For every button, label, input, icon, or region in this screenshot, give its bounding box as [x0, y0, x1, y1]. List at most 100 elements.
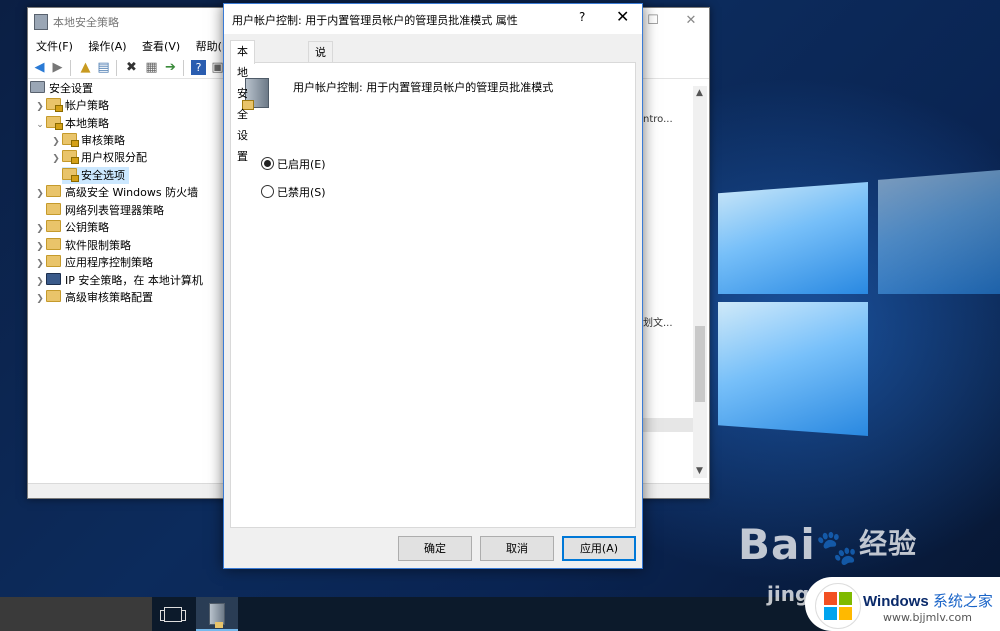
- chevron-right-icon[interactable]: ❯: [34, 256, 46, 273]
- help-icon[interactable]: ?: [191, 60, 206, 75]
- navigation-tree: 安全设置 ❯ 帐户策略 ⌄ 本地策略 ❯ 审核策略 ❯ 用户权限分配 安全选项 ❯ 高级安…: [28, 80, 224, 480]
- tree-item-label: 安全选项: [81, 169, 125, 182]
- paw-icon: 🐾: [815, 528, 860, 568]
- radio-disabled-label: 已禁用(S): [277, 186, 326, 199]
- scroll-down-icon[interactable]: ▼: [696, 466, 703, 476]
- baidu-watermark: Bai🐾经验: [738, 520, 917, 569]
- tree-item-ip-security[interactable]: ❯ IP 安全策略，在 本地计算机: [34, 272, 203, 289]
- windows-logo-pane: [878, 170, 1000, 294]
- local-security-policy-icon: [209, 603, 225, 628]
- folder-icon: [62, 133, 79, 147]
- vertical-scrollbar[interactable]: ▲ ▼: [693, 86, 707, 478]
- logo-quad: [824, 607, 837, 620]
- radio-enabled-label: 已启用(E): [277, 158, 326, 171]
- folder-icon: [46, 116, 63, 130]
- radio-checked-icon[interactable]: [261, 157, 274, 170]
- tab-local-security-setting[interactable]: 本地安全设置: [230, 40, 255, 163]
- folder-icon: [46, 290, 61, 302]
- policy-properties-dialog[interactable]: 用户帐户控制: 用于内置管理员帐户的管理员批准模式 属性 ? ✕ 本地安全设置 …: [223, 3, 643, 569]
- mmc-title: 本地安全策略: [53, 16, 119, 29]
- menu-view[interactable]: 查看(V): [142, 38, 180, 54]
- up-folder-icon[interactable]: ▲: [78, 60, 93, 75]
- folder-icon: [46, 220, 61, 232]
- dialog-close-button[interactable]: ✕: [616, 7, 629, 26]
- watermark-url: www.bjjmlv.com: [883, 611, 972, 624]
- tree-item-label: 高级安全 Windows 防火墙: [65, 186, 199, 199]
- toolbar-separator: [183, 60, 184, 76]
- tab-panel: 用户帐户控制: 用于内置管理员帐户的管理员批准模式 已启用(E) 已禁用(S): [230, 62, 636, 528]
- apply-button[interactable]: 应用(A): [562, 536, 636, 561]
- local-security-policy-icon: [34, 14, 48, 30]
- menubar: 文件(F) 操作(A) 查看(V) 帮助(H): [28, 38, 239, 56]
- radio-disabled[interactable]: 已禁用(S): [261, 185, 326, 201]
- taskbar-search-area[interactable]: [0, 597, 152, 631]
- cancel-button[interactable]: 取消: [480, 536, 554, 561]
- menu-file[interactable]: 文件(F): [36, 38, 73, 54]
- tree-item-security-options[interactable]: 安全选项: [62, 167, 129, 184]
- logo-quad: [839, 592, 852, 605]
- dialog-titlebar[interactable]: 用户帐户控制: 用于内置管理员帐户的管理员批准模式 属性 ? ✕: [224, 4, 642, 34]
- tree-item-label: 高级审核策略配置: [65, 291, 153, 304]
- security-settings-icon: [30, 81, 45, 93]
- chevron-down-icon[interactable]: ⌄: [34, 117, 46, 134]
- policy-name: 用户帐户控制: 用于内置管理员帐户的管理员批准模式: [293, 81, 554, 94]
- radio-enabled[interactable]: 已启用(E): [261, 157, 326, 173]
- tree-item-account-policies[interactable]: ❯ 帐户策略: [34, 97, 109, 114]
- windows-word: Windows: [863, 593, 929, 610]
- xitong-word: 系统之家: [932, 593, 993, 610]
- help-button[interactable]: ?: [579, 10, 585, 24]
- toolbar-separator: [116, 60, 117, 76]
- radio-unchecked-icon[interactable]: [261, 185, 274, 198]
- chevron-right-icon[interactable]: ❯: [34, 291, 46, 308]
- windows-xitong-badge: Windows 系统之家 www.bjjmlv.com: [805, 577, 1000, 631]
- tree-item-label: 网络列表管理器策略: [65, 204, 164, 217]
- folder-icon: [62, 168, 79, 182]
- tree-item-label: 软件限制策略: [65, 239, 131, 252]
- tree-item-network-list[interactable]: 网络列表管理器策略: [46, 202, 164, 219]
- tree-item-app-control[interactable]: ❯ 应用程序控制策略: [34, 254, 153, 271]
- tree-item-user-rights[interactable]: ❯ 用户权限分配: [50, 149, 147, 166]
- ok-button[interactable]: 确定: [398, 536, 472, 561]
- policy-list-row-highlight[interactable]: [643, 418, 693, 432]
- scroll-up-icon[interactable]: ▲: [696, 88, 703, 98]
- dialog-title: 用户帐户控制: 用于内置管理员帐户的管理员批准模式 属性: [232, 14, 518, 27]
- windows-xitong-text: Windows 系统之家: [863, 590, 993, 611]
- baidu-sub-watermark: jing: [767, 582, 810, 606]
- folder-icon: [62, 150, 79, 164]
- tree-item-label: 审核策略: [81, 134, 125, 147]
- windows-logo-pane: [718, 182, 868, 294]
- toolbar-separator: [70, 60, 71, 76]
- chevron-right-icon[interactable]: ❯: [34, 99, 46, 116]
- tree-item-local-policies[interactable]: ⌄ 本地策略: [34, 115, 109, 132]
- tree-item-label: 公钥策略: [65, 221, 109, 234]
- baidu-cn-text: 经验: [859, 527, 918, 560]
- logo-quad: [824, 592, 837, 605]
- tree-item-audit-policy[interactable]: ❯ 审核策略: [50, 132, 125, 149]
- task-view-icon[interactable]: [160, 607, 186, 622]
- tree-item-public-key[interactable]: ❯ 公钥策略: [34, 219, 109, 236]
- forward-arrow-icon[interactable]: ▶: [50, 60, 65, 75]
- tree-item-software-restriction[interactable]: ❯ 软件限制策略: [34, 237, 131, 254]
- scrollbar-thumb[interactable]: [695, 326, 705, 402]
- chevron-right-icon[interactable]: ❯: [50, 151, 62, 168]
- menu-action[interactable]: 操作(A): [88, 38, 126, 54]
- back-arrow-icon[interactable]: ◀: [32, 60, 47, 75]
- ip-security-icon: [46, 273, 61, 285]
- tree-item-advanced-audit[interactable]: ❯ 高级审核策略配置: [34, 289, 153, 306]
- show-hide-tree-icon[interactable]: ▤: [96, 60, 111, 75]
- tree-item-security-settings[interactable]: 安全设置: [30, 80, 93, 97]
- folder-icon: [46, 238, 61, 250]
- tab-explain[interactable]: 说明: [308, 41, 333, 80]
- tree-item-windows-firewall[interactable]: ❯ 高级安全 Windows 防火墙: [34, 184, 198, 201]
- export-list-icon[interactable]: ➔: [163, 60, 178, 75]
- close-button[interactable]: ✕: [676, 11, 706, 31]
- tree-item-label: 帐户策略: [65, 99, 109, 112]
- baidu-text: Bai: [738, 520, 816, 569]
- tree-item-label: 应用程序控制策略: [65, 256, 153, 269]
- taskbar-local-security-policy[interactable]: [196, 597, 238, 631]
- delete-icon[interactable]: ✖: [124, 60, 139, 75]
- tree-item-label: IP 安全策略，在 本地计算机: [65, 274, 203, 287]
- chevron-right-icon[interactable]: ❯: [34, 186, 46, 203]
- chevron-right-icon[interactable]: ❯: [34, 221, 46, 238]
- properties-icon[interactable]: ▦: [144, 60, 159, 75]
